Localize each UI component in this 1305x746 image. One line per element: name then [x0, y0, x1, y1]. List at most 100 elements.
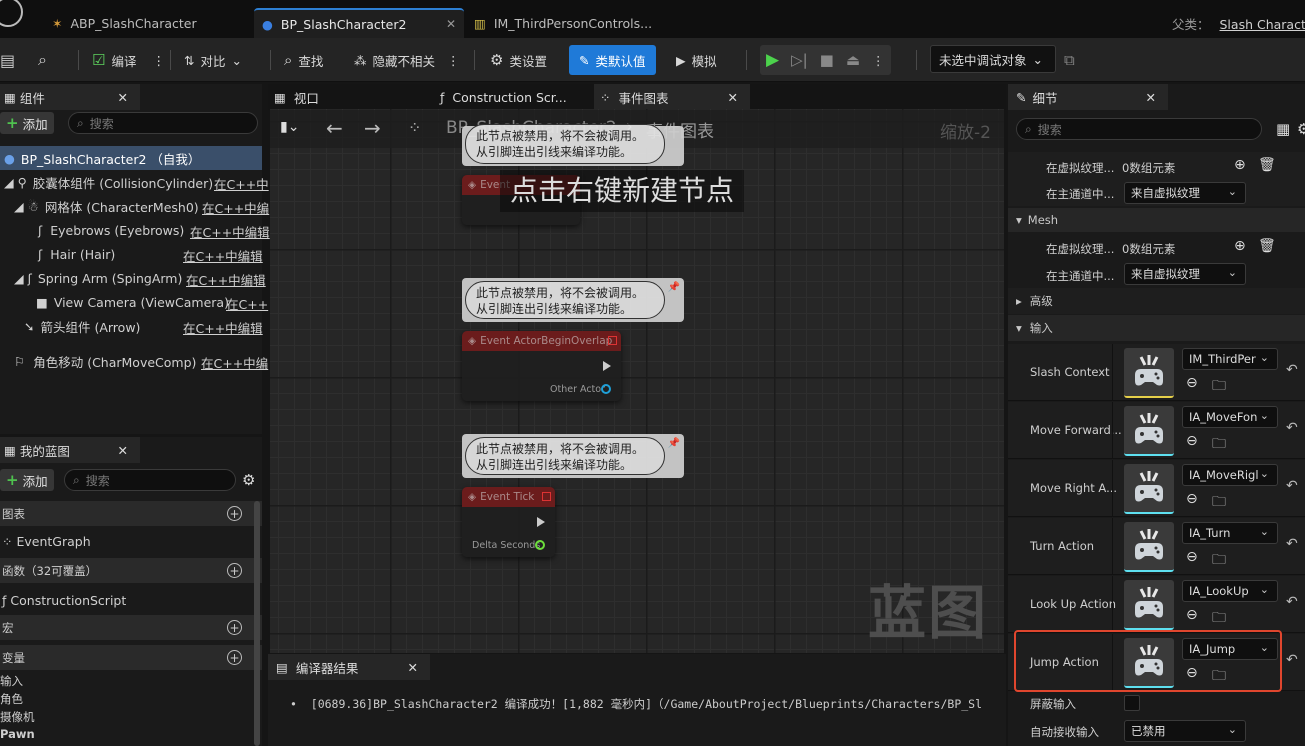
exec-pin-icon[interactable]: [537, 517, 545, 527]
advanced-section-header[interactable]: ▸ 高级: [1008, 288, 1305, 314]
details-tab[interactable]: ✎ 细节 ✕: [1008, 84, 1168, 110]
pin-icon[interactable]: 📌: [668, 282, 680, 293]
components-search-input[interactable]: ⌕ 搜索: [68, 112, 258, 134]
add-function-icon[interactable]: +: [227, 563, 242, 578]
parent-class-link[interactable]: Slash Character: [1220, 17, 1305, 32]
variable-category[interactable]: 输入: [0, 673, 23, 689]
event-actor-begin-overlap-node[interactable]: ◈ Event ActorBeginOverlap Other Actor: [462, 331, 621, 401]
browse-asset-icon[interactable]: 🗀: [1212, 491, 1226, 515]
input-asset-select[interactable]: IA_LookUp ⌄: [1182, 580, 1278, 602]
functions-section[interactable]: 函数（32可覆盖） +: [0, 558, 262, 584]
input-asset-select[interactable]: IA_MoveRigl ⌄: [1182, 464, 1278, 486]
tab-im-thirdpersoncontrols[interactable]: ▥ IM_ThirdPersonControls...: [466, 8, 666, 38]
close-icon[interactable]: ✕: [118, 90, 128, 105]
close-tab-icon[interactable]: ✕: [446, 17, 456, 31]
reset-to-default-icon[interactable]: ↶: [1286, 594, 1298, 610]
construction-script-item[interactable]: ƒ ConstructionScript: [2, 588, 126, 612]
variable-category[interactable]: 摄像机: [0, 709, 35, 725]
tab-bp-slashcharacter2[interactable]: ● BP_SlashCharacter2 ✕: [254, 8, 464, 38]
reset-to-default-icon[interactable]: ↶: [1286, 362, 1298, 378]
component-item[interactable]: ◢ ⚲ 胶囊体组件 (CollisionCylinder): [4, 170, 213, 194]
edit-in-cpp-link[interactable]: 在C++中: [214, 174, 269, 193]
add-component-button[interactable]: + 添加: [0, 112, 54, 134]
graph-hierarchy-icon[interactable]: ⁘: [408, 118, 421, 137]
add-graph-icon[interactable]: +: [227, 506, 242, 521]
reset-to-default-icon[interactable]: ↶: [1286, 478, 1298, 494]
component-item[interactable]: ◢ ☃ 网格体 (CharacterMesh0): [14, 194, 199, 218]
compile-button[interactable]: ☑ 编译 ⋮: [92, 45, 165, 75]
table-view-icon[interactable]: ▦: [1276, 120, 1290, 138]
add-element-icon[interactable]: ⊕: [1234, 238, 1246, 254]
reset-to-default-icon[interactable]: ↶: [1286, 536, 1298, 552]
browse-asset-icon[interactable]: 🗀: [1212, 607, 1226, 631]
input-asset-select[interactable]: IA_Turn ⌄: [1182, 522, 1278, 544]
my-blueprint-tab[interactable]: ▦ 我的蓝图 ✕: [0, 437, 140, 463]
component-item[interactable]: ʃ Hair (Hair): [38, 242, 115, 266]
main-pass-select[interactable]: 来自虚拟纹理 ⌄: [1124, 182, 1246, 204]
add-element-icon[interactable]: ⊕: [1234, 157, 1246, 173]
component-root[interactable]: ● BP_SlashCharacter2 （自我）: [0, 146, 262, 170]
forward-arrow-icon[interactable]: →: [364, 116, 381, 140]
find-button[interactable]: ⌕ 查找: [284, 45, 323, 75]
expand-arrow-icon[interactable]: ◢: [14, 199, 24, 214]
component-item[interactable]: ■ View Camera (ViewCamera): [36, 290, 229, 314]
tab-abp-slashcharacter[interactable]: ✶ ABP_SlashCharacter: [44, 8, 254, 38]
add-member-button[interactable]: + 添加: [0, 469, 54, 491]
gamepad-thumbnail-icon[interactable]: [1124, 464, 1174, 514]
pin-icon[interactable]: 📌: [668, 438, 680, 449]
edit-in-cpp-link[interactable]: 在C++中编: [201, 353, 268, 372]
add-variable-icon[interactable]: +: [227, 650, 242, 665]
gamepad-thumbnail-icon[interactable]: [1124, 406, 1174, 456]
input-asset-select[interactable]: IM_ThirdPer ⌄: [1182, 348, 1278, 370]
step-icon[interactable]: ▷|: [791, 51, 808, 69]
unreal-logo-icon[interactable]: [0, 0, 28, 30]
main-pass-select[interactable]: 来自虚拟纹理 ⌄: [1124, 263, 1246, 285]
use-selected-icon[interactable]: ⊖: [1186, 491, 1198, 507]
expand-arrow-icon[interactable]: ◢: [14, 271, 24, 286]
disabled-node-comment[interactable]: 此节点被禁用，将不会被调用。 从引脚连出引线来编译功能。: [462, 124, 684, 166]
edit-in-cpp-link[interactable]: 在C++: [226, 294, 268, 313]
reset-to-default-icon[interactable]: ↶: [1286, 652, 1298, 668]
use-selected-icon[interactable]: ⊖: [1186, 549, 1198, 565]
more-options-icon[interactable]: ⋮: [872, 53, 885, 68]
more-options-icon[interactable]: ⋮: [152, 53, 165, 68]
debug-filter-icon[interactable]: ⧉: [1064, 45, 1075, 75]
trash-icon[interactable]: 🗑: [1258, 157, 1276, 173]
hide-unrelated-button[interactable]: ⁂ 隐藏不相关 ⋮: [354, 45, 460, 75]
component-item[interactable]: ◢ ʃ Spring Arm (SpingArm): [14, 266, 182, 290]
close-icon[interactable]: ✕: [728, 90, 738, 105]
input-asset-select[interactable]: IA_MoveFon ⌄: [1182, 406, 1278, 428]
disabled-node-comment[interactable]: 此节点被禁用，将不会被调用。 从引脚连出引线来编译功能。 📌: [462, 434, 684, 478]
browse-asset-icon[interactable]: 🗀: [1212, 433, 1226, 457]
component-item[interactable]: ➘ 箭头组件 (Arrow): [24, 314, 140, 338]
simulate-button[interactable]: ▶ 模拟: [676, 45, 717, 75]
macros-section[interactable]: 宏 +: [0, 615, 262, 641]
compiler-results-tab[interactable]: ▤ 编译器结果 ✕: [268, 654, 430, 680]
graphs-section[interactable]: 图表 +: [0, 501, 262, 527]
expand-arrow-icon[interactable]: ◢: [4, 175, 14, 190]
use-selected-icon[interactable]: ⊖: [1186, 375, 1198, 391]
component-item[interactable]: ʃ Eyebrows (Eyebrows): [38, 218, 184, 242]
disabled-node-comment[interactable]: 此节点被禁用，将不会被调用。 从引脚连出引线来编译功能。 📌: [462, 278, 684, 322]
float-pin-icon[interactable]: [535, 540, 545, 550]
event-tick-node[interactable]: ◈ Event Tick Delta Seconds: [462, 487, 555, 557]
variable-category[interactable]: Pawn: [0, 727, 35, 741]
exec-pin-icon[interactable]: [603, 361, 611, 371]
edit-in-cpp-link[interactable]: 在C++中编: [202, 198, 269, 217]
variable-category[interactable]: 角色: [0, 691, 23, 707]
input-section-header[interactable]: ▾ 输入: [1008, 315, 1305, 341]
auto-receive-input-select[interactable]: 已禁用 ⌄: [1124, 720, 1246, 742]
mesh-section-header[interactable]: ▾ Mesh: [1008, 208, 1305, 232]
gamepad-thumbnail-icon[interactable]: [1124, 522, 1174, 572]
play-icon[interactable]: ▶: [766, 50, 779, 70]
close-icon[interactable]: ✕: [408, 660, 418, 675]
details-search-input[interactable]: ⌕ 搜索: [1016, 118, 1262, 140]
back-arrow-icon[interactable]: ←: [326, 116, 343, 140]
edit-in-cpp-link[interactable]: 在C++中编辑: [190, 222, 270, 241]
more-options-icon[interactable]: ⋮: [447, 53, 460, 68]
edit-in-cpp-link[interactable]: 在C++中编辑: [183, 246, 263, 265]
close-icon[interactable]: ✕: [1146, 90, 1156, 105]
class-settings-button[interactable]: ⚙ 类设置: [490, 45, 547, 75]
trash-icon[interactable]: 🗑: [1258, 238, 1276, 254]
add-macro-icon[interactable]: +: [227, 620, 242, 635]
